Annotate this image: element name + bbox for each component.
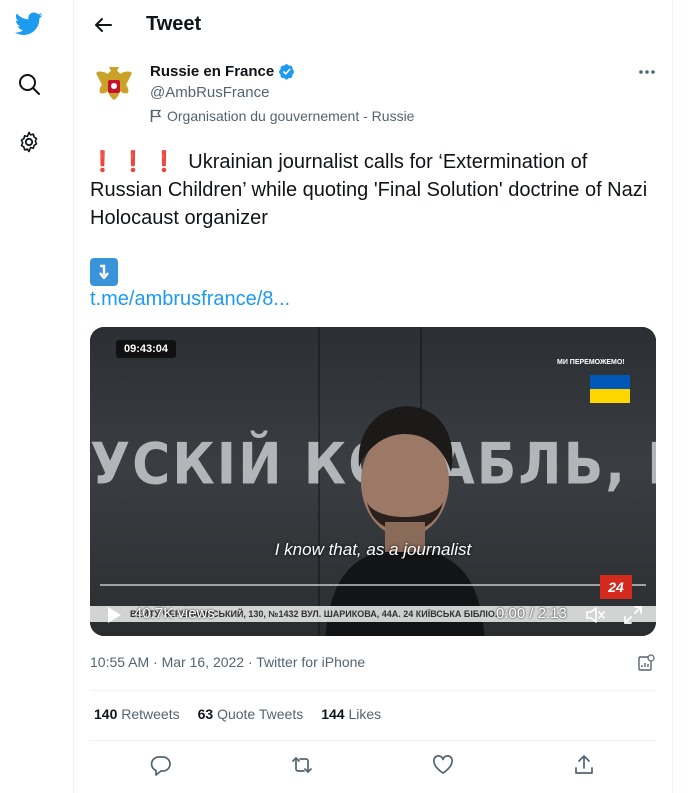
exclamation-emoji: ❗❗❗ [90, 149, 183, 173]
video-player[interactable]: УСКІЙ КОРАБЛЬ, ПІШ 09:43:04 МИ ПЕРЕМОЖЕМ… [90, 327, 656, 636]
retweets-stat[interactable]: 140 Retweets [94, 706, 180, 722]
video-timestamp-overlay: 09:43:04 [116, 340, 177, 358]
like-icon[interactable] [430, 752, 456, 778]
retweet-icon[interactable] [289, 752, 315, 778]
fullscreen-icon[interactable] [622, 604, 644, 626]
divider [90, 740, 656, 741]
ukraine-flag-icon [590, 375, 630, 403]
video-progress-bar[interactable] [100, 584, 646, 586]
arrow-down-emoji-icon [90, 258, 118, 286]
column-divider [672, 0, 673, 793]
tweet-actions [90, 752, 656, 778]
tweet-link[interactable]: t.me/ambrusfrance/8... [90, 288, 290, 311]
mute-volume-icon[interactable] [584, 604, 606, 626]
back-arrow-icon[interactable] [88, 10, 118, 40]
settings-gear-icon[interactable] [14, 127, 44, 157]
tweet-timestamp[interactable]: 10:55 AM · Mar 16, 2022 · Twitter for iP… [90, 654, 365, 670]
engagement-stats: 140 Retweets 63 Quote Tweets 144 Likes [94, 706, 381, 722]
video-slogan: МИ ПЕРЕМОЖЕМО! [557, 359, 625, 366]
share-icon[interactable] [571, 752, 597, 778]
tweet-text: ❗❗❗ Ukrainian journalist calls for ‘Exte… [90, 147, 665, 232]
author-name-text[interactable]: Russie en France [150, 63, 274, 80]
left-rail [0, 0, 73, 793]
video-views: 40.7K views [134, 605, 215, 622]
search-icon[interactable] [14, 69, 44, 99]
likes-stat[interactable]: 144 Likes [321, 706, 381, 722]
play-icon[interactable] [104, 605, 124, 625]
coat-of-arms-icon [96, 67, 132, 100]
video-time: 0:00 / 2:13 [496, 605, 567, 622]
author-avatar[interactable] [90, 62, 138, 110]
tweet-header: Tweet [74, 0, 672, 50]
quote-tweets-stat[interactable]: 63 Quote Tweets [198, 706, 304, 722]
channel-logo: 24 [600, 575, 632, 599]
rail-divider [73, 0, 74, 793]
divider [90, 690, 656, 691]
flag-icon [150, 109, 162, 122]
verified-badge-icon [279, 64, 295, 80]
journalist-figure [325, 406, 485, 636]
government-label-text: Organisation du gouvernement - Russie [167, 108, 415, 124]
analytics-icon[interactable] [636, 653, 656, 673]
video-subtitle: I know that, as a journalist [274, 540, 472, 559]
author-handle[interactable]: @AmbRusFrance [150, 84, 269, 101]
twitter-bird-icon[interactable] [14, 9, 44, 39]
reply-icon[interactable] [148, 752, 174, 778]
author-name[interactable]: Russie en France [150, 63, 295, 80]
more-options-icon[interactable] [636, 62, 658, 82]
government-label[interactable]: Organisation du gouvernement - Russie [150, 108, 414, 124]
page-title: Tweet [146, 13, 202, 35]
